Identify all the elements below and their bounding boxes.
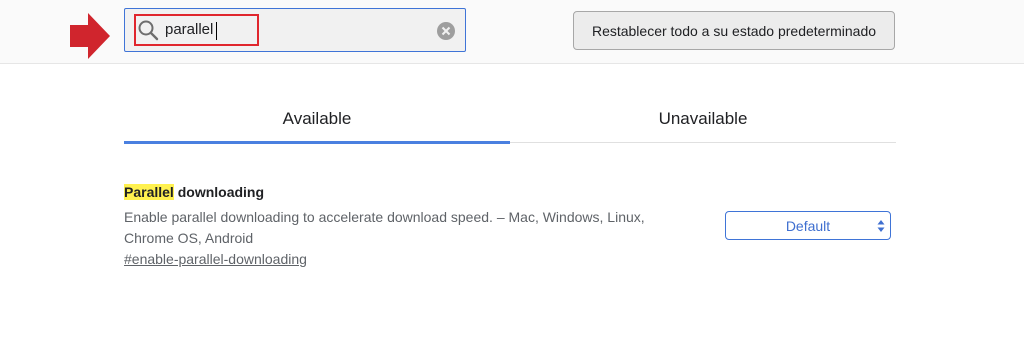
experiment-title: Parallel downloading — [124, 183, 896, 201]
search-input[interactable] — [165, 18, 425, 42]
search-match-highlight: Parallel — [124, 184, 174, 200]
tab-bar: Available Unavailable — [124, 92, 896, 145]
experiment-title-rest: downloading — [173, 184, 265, 200]
experiment-state-select[interactable]: Default — [725, 211, 891, 240]
active-tab-indicator — [124, 141, 510, 144]
experiment-permalink[interactable]: #enable-parallel-downloading — [124, 250, 307, 268]
clear-icon[interactable] — [436, 21, 456, 41]
experiment-item: Parallel downloading Enable parallel dow… — [124, 183, 896, 267]
experiment-description: Enable parallel downloading to accelerat… — [124, 209, 645, 246]
header-bar: Restablecer todo a su estado predetermin… — [0, 0, 1024, 64]
chevron-updown-icon — [877, 220, 885, 232]
search-box[interactable] — [124, 8, 466, 52]
tab-unavailable[interactable]: Unavailable — [510, 92, 896, 145]
text-caret — [216, 22, 217, 40]
reset-all-button[interactable]: Restablecer todo a su estado predetermin… — [573, 11, 895, 50]
tab-available[interactable]: Available — [124, 92, 510, 145]
select-value: Default — [785, 217, 831, 234]
annotation-arrow-icon — [70, 13, 110, 59]
